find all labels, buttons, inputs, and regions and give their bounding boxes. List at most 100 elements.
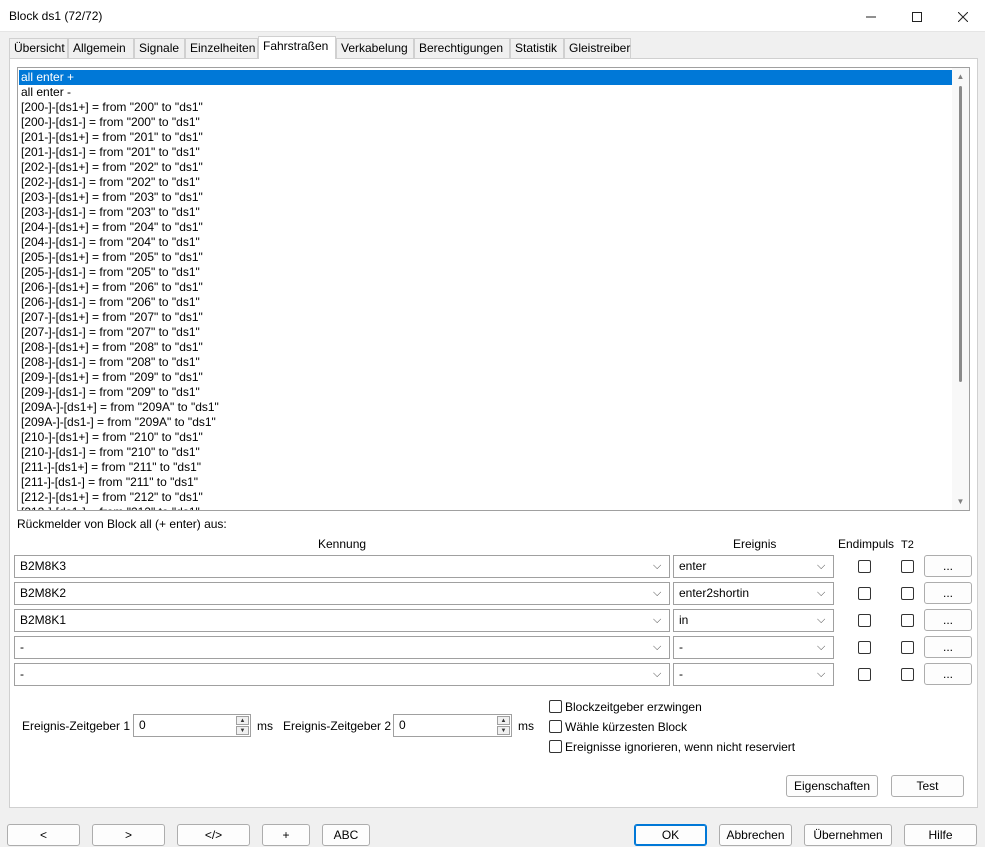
route-list-scrollbar[interactable]: ▲ ▼ [952,68,969,510]
route-list-item[interactable]: [209A-]-[ds1+] = from "209A" to "ds1" [19,400,952,415]
ok-button[interactable]: OK [634,824,707,846]
chevron-down-icon[interactable]: ⌵ [817,556,828,577]
properties-button[interactable]: Eigenschaften [786,775,878,797]
t2-checkbox[interactable] [901,668,914,681]
ignore-events-checkbox[interactable] [549,740,562,753]
kennung-combo[interactable]: B2M8K2 ⌵ [14,582,670,605]
endimpuls-checkbox[interactable] [858,587,871,600]
help-button[interactable]: Hilfe [904,824,977,846]
kennung-combo[interactable]: B2M8K3 ⌵ [14,555,670,578]
sensor-details-button[interactable]: ... [924,609,972,631]
kennung-combo[interactable]: - ⌵ [14,636,670,659]
chevron-down-icon[interactable]: ⌵ [817,664,828,685]
spin-up-icon[interactable]: ▲ [497,716,510,725]
tab-allgemein[interactable]: Allgemein [68,38,134,59]
prev-button[interactable]: < [7,824,80,846]
route-list-item[interactable]: [212-]-[ds1+] = from "212" to "ds1" [19,490,952,505]
route-list-item[interactable]: all enter - [19,85,952,100]
chevron-down-icon[interactable]: ⌵ [653,583,664,604]
add-button[interactable]: + [262,824,310,846]
chevron-down-icon[interactable]: ⌵ [653,556,664,577]
ereignis-combo[interactable]: enter ⌵ [673,555,834,578]
sensor-details-button[interactable]: ... [924,555,972,577]
spin-down-icon[interactable]: ▼ [497,726,510,735]
t2-checkbox[interactable] [901,560,914,573]
route-list-item[interactable]: [205-]-[ds1-] = from "205" to "ds1" [19,265,952,280]
cancel-button[interactable]: Abbrechen [719,824,792,846]
route-list-item[interactable]: [212-]-[ds1-] = from "212" to "ds1" [19,505,952,510]
route-list-item[interactable]: [200-]-[ds1+] = from "200" to "ds1" [19,100,952,115]
tab-statistik[interactable]: Statistik [510,38,564,59]
ereignis-combo[interactable]: enter2shortin ⌵ [673,582,834,605]
scrollbar-thumb[interactable] [959,86,962,382]
kennung-combo[interactable]: B2M8K1 ⌵ [14,609,670,632]
t2-checkbox[interactable] [901,587,914,600]
scroll-down-icon[interactable]: ▼ [952,493,969,510]
timer2-spinner[interactable]: 0 ▲ ▼ [393,714,512,737]
tab-signale[interactable]: Signale [134,38,185,59]
abc-button[interactable]: ABC [322,824,370,846]
route-list-item[interactable]: [203-]-[ds1+] = from "203" to "ds1" [19,190,952,205]
route-list-item[interactable]: [209A-]-[ds1-] = from "209A" to "ds1" [19,415,952,430]
endimpuls-checkbox[interactable] [858,614,871,627]
route-list-item[interactable]: [207-]-[ds1+] = from "207" to "ds1" [19,310,952,325]
chevron-down-icon[interactable]: ⌵ [653,637,664,658]
tab-gleistreiber[interactable]: Gleistreiber [564,38,631,59]
scroll-up-icon[interactable]: ▲ [952,68,969,85]
sensor-details-button[interactable]: ... [924,582,972,604]
route-list-item[interactable]: [206-]-[ds1-] = from "206" to "ds1" [19,295,952,310]
t2-checkbox[interactable] [901,641,914,654]
route-list-item[interactable]: [204-]-[ds1+] = from "204" to "ds1" [19,220,952,235]
route-list-item[interactable]: [206-]-[ds1+] = from "206" to "ds1" [19,280,952,295]
test-button[interactable]: Test [891,775,964,797]
tab-fahrstrassen[interactable]: Fahrstraßen [258,36,336,59]
code-button[interactable]: </> [177,824,250,846]
chevron-down-icon[interactable]: ⌵ [817,610,828,631]
force-block-timer-checkbox[interactable] [549,700,562,713]
chevron-down-icon[interactable]: ⌵ [817,583,828,604]
spin-up-icon[interactable]: ▲ [236,716,249,725]
next-button[interactable]: > [92,824,165,846]
route-list-item[interactable]: [209-]-[ds1-] = from "209" to "ds1" [19,385,952,400]
route-list-item[interactable]: [211-]-[ds1-] = from "211" to "ds1" [19,475,952,490]
route-list-item[interactable]: [208-]-[ds1+] = from "208" to "ds1" [19,340,952,355]
route-list-item[interactable]: [200-]-[ds1-] = from "200" to "ds1" [19,115,952,130]
close-button[interactable] [940,0,985,32]
endimpuls-checkbox[interactable] [858,668,871,681]
tab-einzelheiten[interactable]: Einzelheiten [185,38,258,59]
route-list-item[interactable]: [208-]-[ds1-] = from "208" to "ds1" [19,355,952,370]
maximize-button[interactable] [894,0,940,32]
tab-berechtigungen[interactable]: Berechtigungen [414,38,510,59]
route-list[interactable]: ▲ ▼ all enter + all enter - [200-]-[ds1+] … [17,67,970,511]
route-list-item[interactable]: [205-]-[ds1+] = from "205" to "ds1" [19,250,952,265]
apply-button[interactable]: Übernehmen [804,824,892,846]
endimpuls-checkbox[interactable] [858,560,871,573]
route-list-item[interactable]: [201-]-[ds1+] = from "201" to "ds1" [19,130,952,145]
route-list-item[interactable]: [204-]-[ds1-] = from "204" to "ds1" [19,235,952,250]
spin-down-icon[interactable]: ▼ [236,726,249,735]
ereignis-combo[interactable]: - ⌵ [673,636,834,659]
route-list-item[interactable]: [209-]-[ds1+] = from "209" to "ds1" [19,370,952,385]
route-list-item[interactable]: [211-]-[ds1+] = from "211" to "ds1" [19,460,952,475]
kennung-combo[interactable]: - ⌵ [14,663,670,686]
chevron-down-icon[interactable]: ⌵ [817,637,828,658]
ereignis-combo[interactable]: - ⌵ [673,663,834,686]
timer1-spinner[interactable]: 0 ▲ ▼ [133,714,251,737]
route-list-item[interactable]: all enter + [19,70,952,85]
t2-checkbox[interactable] [901,614,914,627]
sensor-details-button[interactable]: ... [924,663,972,685]
choose-shortest-checkbox[interactable] [549,720,562,733]
minimize-button[interactable] [848,0,894,32]
ereignis-combo[interactable]: in ⌵ [673,609,834,632]
route-list-item[interactable]: [210-]-[ds1+] = from "210" to "ds1" [19,430,952,445]
route-list-item[interactable]: [207-]-[ds1-] = from "207" to "ds1" [19,325,952,340]
route-list-item[interactable]: [203-]-[ds1-] = from "203" to "ds1" [19,205,952,220]
sensor-details-button[interactable]: ... [924,636,972,658]
route-list-item[interactable]: [201-]-[ds1-] = from "201" to "ds1" [19,145,952,160]
chevron-down-icon[interactable]: ⌵ [653,664,664,685]
route-list-item[interactable]: [210-]-[ds1-] = from "210" to "ds1" [19,445,952,460]
tab-uebersicht[interactable]: Übersicht [9,38,68,59]
route-list-item[interactable]: [202-]-[ds1+] = from "202" to "ds1" [19,160,952,175]
chevron-down-icon[interactable]: ⌵ [653,610,664,631]
route-list-item[interactable]: [202-]-[ds1-] = from "202" to "ds1" [19,175,952,190]
